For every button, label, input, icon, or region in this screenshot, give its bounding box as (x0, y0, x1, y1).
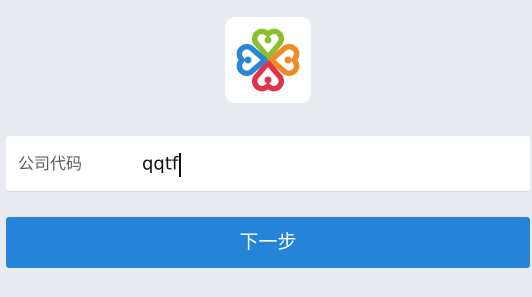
app-logo (225, 17, 311, 103)
company-code-field[interactable]: 公司代码 qqtf (6, 136, 530, 192)
company-code-value[interactable]: qqtf (142, 154, 178, 175)
next-button[interactable]: 下一步 (6, 217, 530, 268)
text-caret (179, 152, 182, 177)
login-screen: 公司代码 qqtf 下一步 (0, 0, 532, 297)
clover-hearts-logo-icon (236, 28, 300, 92)
company-code-label: 公司代码 (18, 154, 83, 173)
company-code-input[interactable]: qqtf (142, 136, 182, 192)
